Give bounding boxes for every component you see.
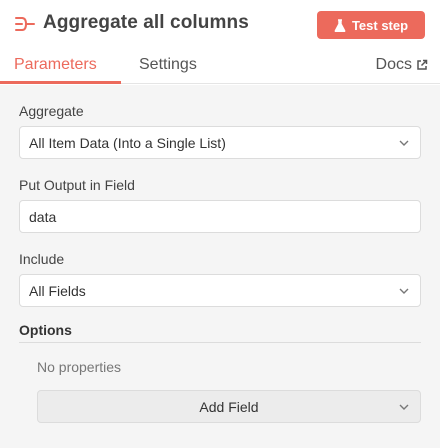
add-field-button[interactable]: Add Field [37,390,421,423]
add-field-label: Add Field [199,398,259,415]
tab-settings[interactable]: Settings [139,56,197,74]
output-field-input[interactable]: data [19,200,421,233]
include-value: All Fields [29,282,86,299]
test-step-label: Test step [351,17,409,33]
output-field-label: Put Output in Field [19,177,135,193]
tab-bar: Parameters Settings Docs [0,48,440,84]
include-label: Include [19,251,65,267]
docs-link[interactable]: Docs [376,56,428,74]
options-label: Options [19,322,72,338]
include-select[interactable]: All Fields [19,274,421,307]
chevron-down-icon [399,140,409,146]
options-divider [19,342,421,343]
aggregate-value: All Item Data (Into a Single List) [29,134,226,151]
node-title: Aggregate all columns [43,12,249,33]
chevron-down-icon [399,404,409,410]
aggregate-label: Aggregate [19,103,84,119]
external-link-icon [417,59,428,70]
output-field-value: data [29,208,57,225]
chevron-down-icon [399,288,409,294]
no-properties-text: No properties [37,359,122,375]
active-tab-indicator [0,81,121,84]
flask-icon [334,18,346,32]
docs-label: Docs [375,56,412,73]
aggregate-select[interactable]: All Item Data (Into a Single List) [19,126,421,159]
test-step-button[interactable]: Test step [317,11,425,39]
node-header: Aggregate all columns Test step [0,0,440,48]
aggregate-icon [15,17,35,31]
tab-parameters[interactable]: Parameters [14,56,97,74]
